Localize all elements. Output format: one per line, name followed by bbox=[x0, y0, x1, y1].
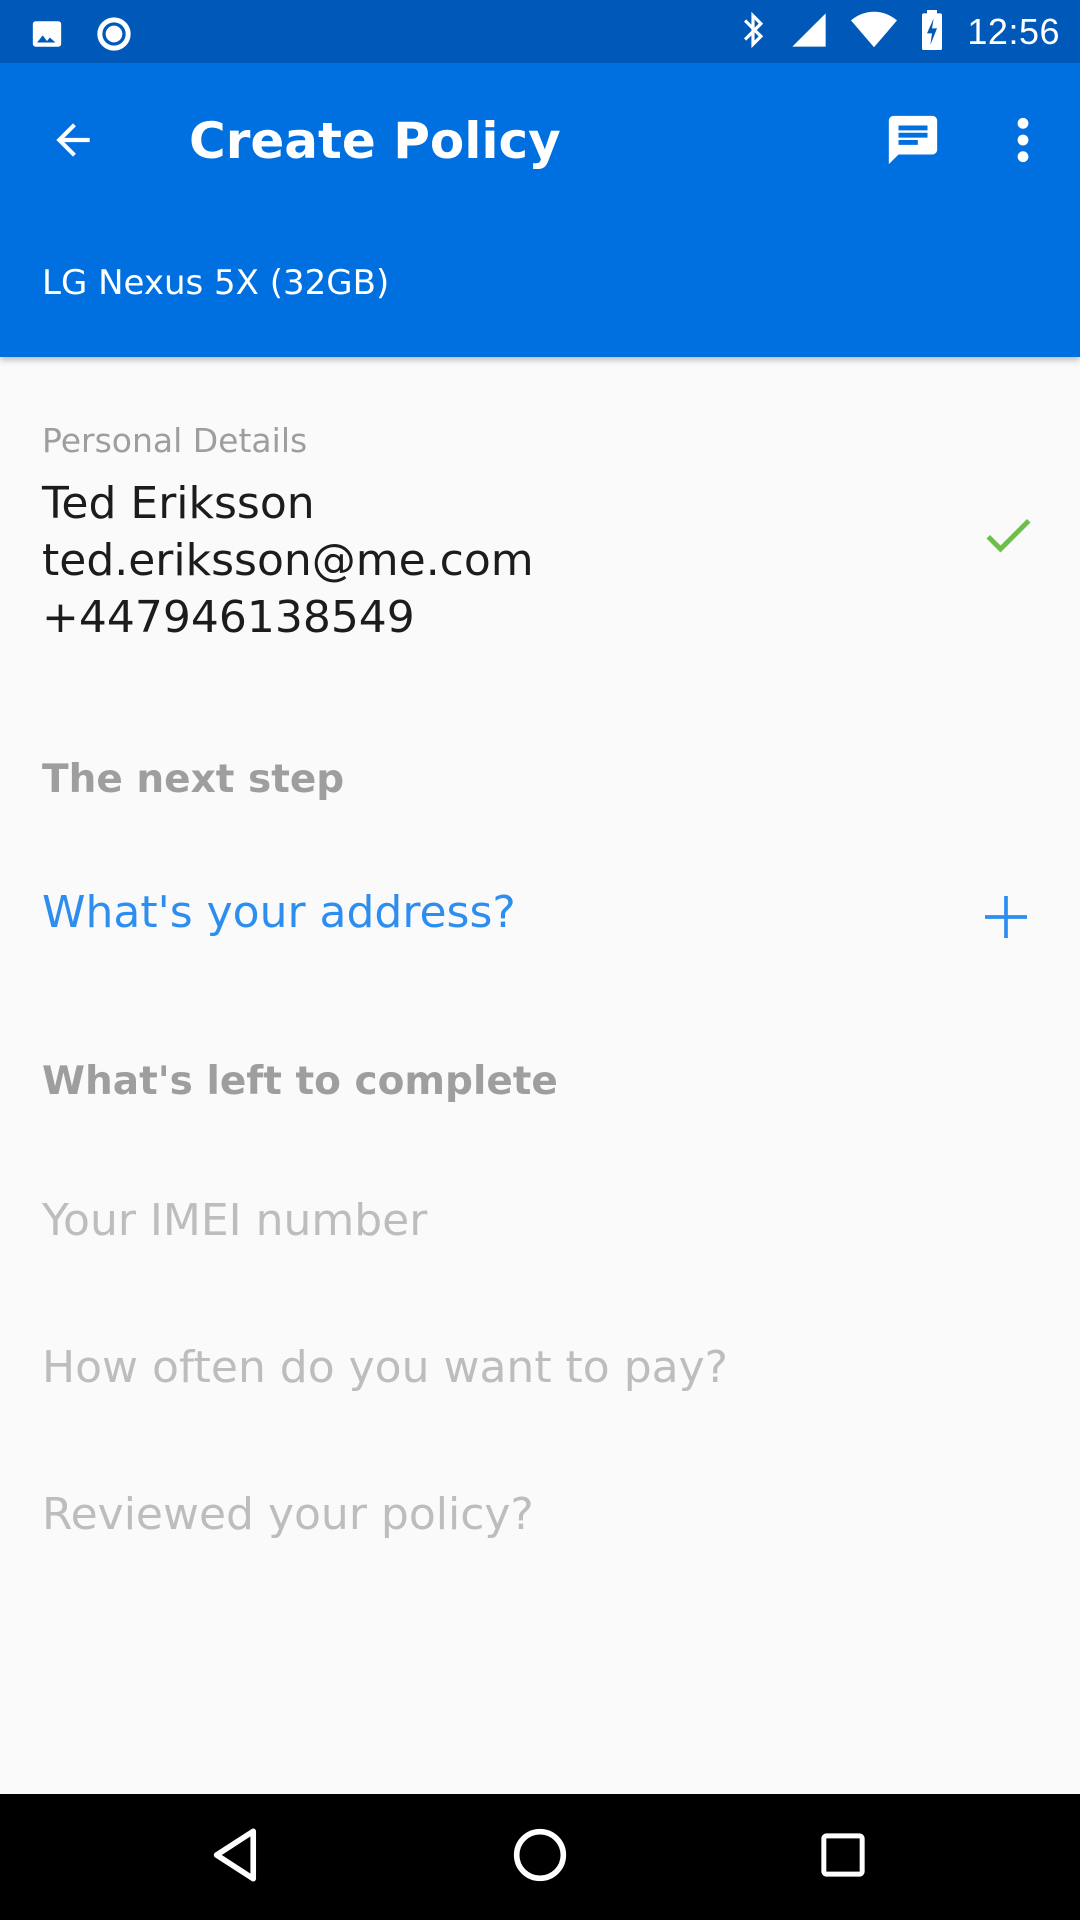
image-icon bbox=[30, 17, 64, 55]
address-item-label: What's your address? bbox=[42, 887, 516, 938]
chat-button[interactable] bbox=[878, 107, 948, 177]
nav-home-button[interactable] bbox=[505, 1822, 575, 1892]
pending-item-review: Reviewed your policy? bbox=[42, 1489, 534, 1540]
back-button[interactable] bbox=[38, 107, 108, 177]
wifi-icon bbox=[851, 10, 898, 54]
app-bar: Create Policy LG Nexus 5X (32GB) bbox=[0, 63, 1080, 357]
next-step-heading: The next step bbox=[42, 757, 345, 802]
record-icon bbox=[94, 14, 134, 58]
plus-icon[interactable] bbox=[978, 889, 1034, 945]
pending-item-imei: Your IMEI number bbox=[42, 1195, 428, 1246]
status-time: 12:56 bbox=[967, 11, 1060, 52]
bluetooth-icon bbox=[739, 11, 767, 53]
chat-icon bbox=[884, 111, 942, 173]
device-label: LG Nexus 5X (32GB) bbox=[42, 263, 390, 303]
more-vert-icon bbox=[1016, 115, 1030, 169]
signal-icon bbox=[789, 10, 829, 54]
left-to-complete-heading: What's left to complete bbox=[42, 1059, 558, 1104]
check-icon bbox=[978, 505, 1038, 565]
nav-recents-button[interactable] bbox=[808, 1822, 878, 1892]
back-arrow-icon bbox=[48, 115, 98, 169]
personal-details-caption: Personal Details bbox=[42, 421, 308, 460]
address-item[interactable]: What's your address? bbox=[0, 867, 1080, 971]
nav-home-icon bbox=[512, 1827, 568, 1887]
status-bar: 12:56 bbox=[0, 0, 1080, 63]
system-nav-bar bbox=[0, 1794, 1080, 1920]
pending-item-payment: How often do you want to pay? bbox=[42, 1342, 728, 1393]
nav-back-icon bbox=[210, 1827, 262, 1887]
personal-details-values: Ted Eriksson ted.eriksson@me.com +447946… bbox=[42, 475, 534, 646]
more-options-button[interactable] bbox=[988, 107, 1058, 177]
phone-value: +447946138549 bbox=[42, 592, 415, 643]
name-value: Ted Eriksson bbox=[42, 478, 315, 529]
battery-charging-icon bbox=[919, 10, 945, 54]
page-title: Create Policy bbox=[189, 112, 561, 170]
nav-recents-icon bbox=[820, 1832, 866, 1882]
nav-back-button[interactable] bbox=[201, 1822, 271, 1892]
email-value: ted.eriksson@me.com bbox=[42, 535, 534, 586]
